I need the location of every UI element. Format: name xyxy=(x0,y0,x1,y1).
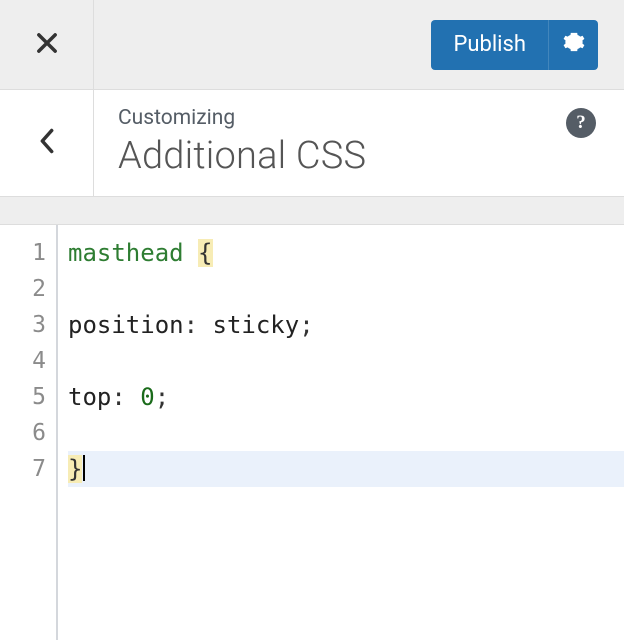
section-title: Additional CSS xyxy=(118,134,600,178)
code-token: ; xyxy=(299,311,313,339)
css-editor[interactable]: 1234567 masthead {position: sticky;top: … xyxy=(0,225,624,640)
help-icon: ? xyxy=(576,112,586,134)
code-line[interactable] xyxy=(68,271,624,307)
code-token xyxy=(184,239,198,267)
gear-icon xyxy=(563,31,585,59)
chevron-left-icon xyxy=(37,127,57,159)
code-line[interactable]: top: 0; xyxy=(68,379,624,415)
line-number: 7 xyxy=(0,451,46,487)
publish-label: Publish xyxy=(431,32,548,57)
code-token: 0 xyxy=(140,383,154,411)
line-number: 4 xyxy=(0,343,46,379)
close-icon xyxy=(33,29,61,61)
customizer-topbar: Publish xyxy=(0,0,624,90)
line-number: 5 xyxy=(0,379,46,415)
section-title-column: Customizing Additional CSS ? xyxy=(94,90,624,196)
code-line[interactable]: masthead { xyxy=(68,235,624,271)
code-token: position xyxy=(68,311,184,339)
publish-button[interactable]: Publish xyxy=(431,20,598,70)
section-overline: Customizing xyxy=(118,106,600,130)
line-number: 2 xyxy=(0,271,46,307)
code-token: ; xyxy=(155,383,169,411)
line-number: 6 xyxy=(0,415,46,451)
line-number: 3 xyxy=(0,307,46,343)
code-line[interactable] xyxy=(68,415,624,451)
code-token: masthead xyxy=(68,239,184,267)
code-token: : xyxy=(111,383,140,411)
code-token: : xyxy=(184,311,213,339)
back-button[interactable] xyxy=(0,90,94,196)
publish-settings-toggle[interactable] xyxy=(548,20,598,70)
section-header: Customizing Additional CSS ? xyxy=(0,90,624,197)
text-cursor xyxy=(83,455,85,481)
code-token: { xyxy=(198,239,212,267)
line-number-gutter: 1234567 xyxy=(0,225,58,640)
code-token: top xyxy=(68,383,111,411)
code-area[interactable]: masthead {position: sticky;top: 0;} xyxy=(58,225,624,640)
line-number: 1 xyxy=(0,235,46,271)
close-button[interactable] xyxy=(0,0,94,90)
code-token: sticky xyxy=(213,311,300,339)
code-line[interactable] xyxy=(68,343,624,379)
help-button[interactable]: ? xyxy=(566,108,596,138)
code-line[interactable]: position: sticky; xyxy=(68,307,624,343)
code-token: } xyxy=(68,455,82,483)
section-divider xyxy=(0,197,624,225)
customizer-panel: Publish Customizing Additional CSS ? 123… xyxy=(0,0,624,640)
code-line[interactable]: } xyxy=(68,451,624,487)
